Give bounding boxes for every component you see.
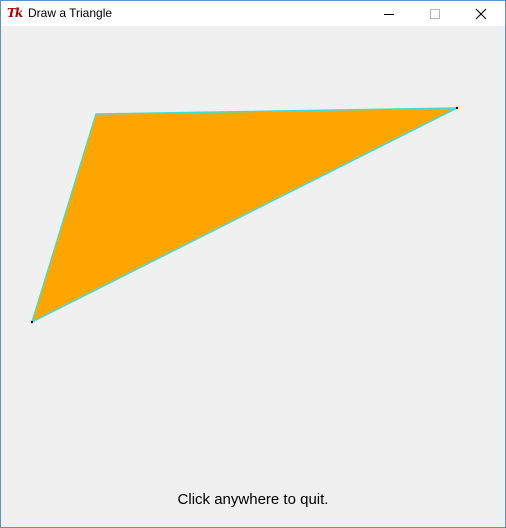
window-title: Draw a Triangle <box>28 6 113 20</box>
title-bar[interactable]: Tk Draw a Triangle <box>1 1 505 26</box>
close-button[interactable] <box>458 1 504 26</box>
tk-feather-icon: Tk <box>7 6 23 20</box>
drawing-canvas[interactable] <box>1 26 505 527</box>
maximize-button[interactable] <box>412 1 458 26</box>
vertex-marker <box>30 320 34 324</box>
maximize-icon <box>430 8 440 19</box>
canvas-svg <box>30 106 459 324</box>
quit-instruction: Click anywhere to quit. <box>177 491 329 508</box>
triangle <box>30 107 458 324</box>
app-window: Tk Draw a Triangle Click anywhere to qui… <box>0 0 506 528</box>
minimize-button[interactable] <box>366 1 412 26</box>
close-icon <box>475 8 487 19</box>
vertex-marker <box>455 106 459 110</box>
minimize-icon <box>384 13 394 15</box>
